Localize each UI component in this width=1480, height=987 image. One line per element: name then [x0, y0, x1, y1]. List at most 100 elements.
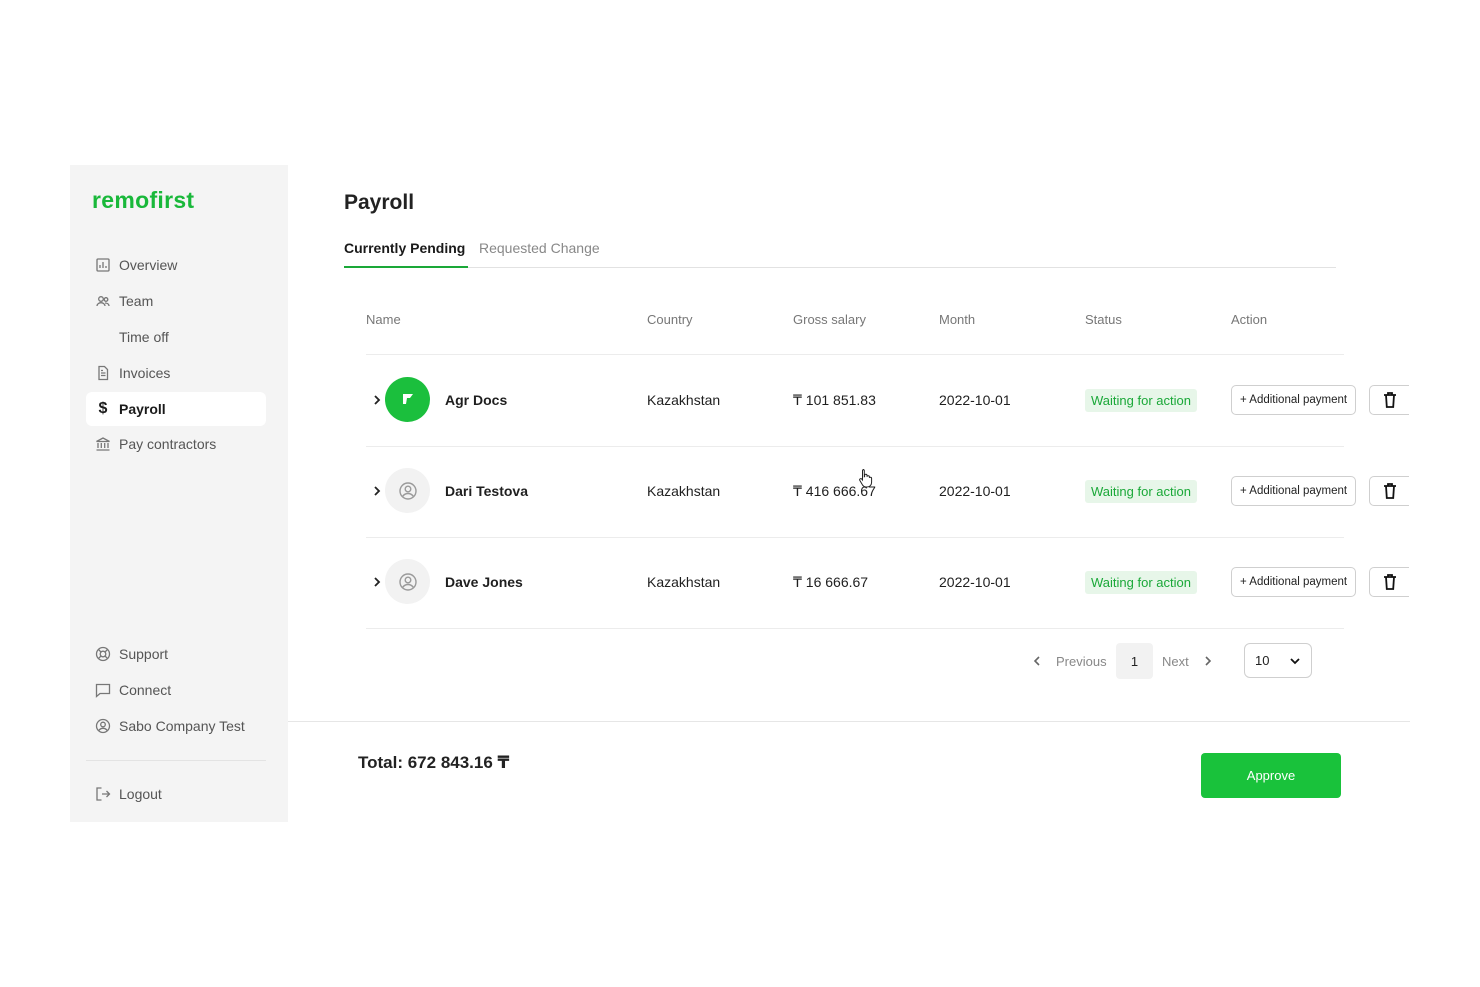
employee-name: Agr Docs [445, 392, 508, 408]
sidebar-item-payroll[interactable]: $ Payroll [86, 392, 266, 426]
app-window: remofirst Overview Team Time off Invoice… [70, 165, 1410, 823]
tab-label: Currently Pending [344, 240, 466, 256]
avatar [385, 377, 430, 422]
employee-name: Dave Jones [445, 574, 523, 590]
rows-per-page-select[interactable]: 10 [1244, 643, 1312, 678]
sidebar-item-label: Payroll [119, 401, 166, 417]
next-label: Next [1162, 653, 1189, 669]
table-row: Dari Testova Kazakhstan ₸ 416 666.67 202… [366, 446, 1409, 538]
payroll-footer: Total: 672 843.16 ₸ Approve [288, 721, 1410, 823]
rows-per-page-value: 10 [1255, 653, 1270, 668]
payroll-month: 2022-10-01 [939, 483, 1011, 499]
status-badge: Waiting for action [1085, 570, 1197, 594]
trash-icon [1383, 392, 1396, 408]
sidebar-item-company[interactable]: Sabo Company Test [86, 709, 266, 743]
payroll-month: 2022-10-01 [939, 574, 1011, 590]
logo: remofirst [92, 187, 195, 213]
table-row: Agr Docs Kazakhstan ₸ 101 851.83 2022-10… [366, 355, 1409, 447]
sidebar-item-team[interactable]: Team [86, 284, 266, 318]
column-header-gross-salary: Gross salary [793, 312, 866, 327]
time-off-icon [94, 328, 112, 346]
expand-row-button[interactable] [372, 355, 382, 445]
payroll-total: Total: 672 843.16 ₸ [358, 753, 510, 772]
company-logo-icon [402, 393, 413, 404]
sidebar-item-label: Overview [119, 257, 178, 273]
sidebar-item-label: Invoices [119, 365, 171, 381]
previous-label: Previous [1056, 653, 1107, 669]
sidebar-item-label: Pay contractors [119, 436, 217, 452]
user-circle-icon [94, 717, 112, 735]
chevron-left-icon [1033, 656, 1040, 666]
chevron-right-icon [374, 577, 381, 587]
column-header-country: Country [647, 312, 693, 327]
user-placeholder-icon [398, 572, 417, 591]
delete-button[interactable] [1369, 385, 1409, 415]
next-page-button[interactable]: Next [1162, 643, 1213, 679]
column-header-status: Status [1085, 312, 1122, 327]
additional-payment-button[interactable]: + Additional payment [1231, 385, 1357, 415]
expand-row-button[interactable] [372, 446, 382, 536]
logout-icon [94, 785, 112, 803]
column-header-month: Month [939, 312, 976, 327]
hand-cursor-icon [859, 469, 873, 488]
employee-country: Kazakhstan [647, 392, 721, 408]
avatar [385, 468, 430, 513]
sidebar-item-overview[interactable]: Overview [86, 248, 266, 282]
tab-label: Requested Change [479, 240, 600, 256]
column-header-name: Name [366, 312, 401, 327]
page-number-button[interactable]: 1 [1116, 643, 1153, 679]
chevron-right-icon [374, 486, 381, 496]
tab-currently-pending[interactable]: Currently Pending [344, 240, 468, 268]
delete-button[interactable] [1369, 476, 1409, 506]
tab-bar: Currently Pending Requested Change [344, 240, 1336, 268]
payroll-month: 2022-10-01 [939, 392, 1011, 408]
sidebar-item-label: Support [119, 646, 169, 662]
gross-salary: ₸ 416 666.67 [793, 482, 876, 499]
employee-name: Dari Testova [445, 483, 528, 499]
chevron-down-icon [1290, 657, 1300, 664]
trash-icon [1383, 483, 1396, 499]
users-icon [94, 292, 112, 310]
table-row: Dave Jones Kazakhstan ₸ 16 666.67 2022-1… [366, 537, 1409, 629]
sidebar-item-label: Sabo Company Test [119, 718, 245, 734]
chat-icon [94, 681, 112, 699]
trash-icon [1383, 574, 1396, 590]
gross-salary: ₸ 101 851.83 [793, 391, 876, 408]
sidebar-item-pay-contractors[interactable]: Pay contractors [86, 427, 266, 461]
expand-row-button[interactable] [372, 537, 382, 627]
status-badge: Waiting for action [1085, 388, 1197, 412]
approve-button[interactable]: Approve [1201, 753, 1341, 798]
avatar [385, 559, 430, 604]
dollar-icon: $ [98, 400, 108, 417]
tab-requested-change[interactable]: Requested Change [479, 240, 600, 266]
sidebar-item-support[interactable]: Support [86, 637, 266, 671]
status-badge: Waiting for action [1085, 479, 1197, 503]
employee-country: Kazakhstan [647, 574, 721, 590]
employee-country: Kazakhstan [647, 483, 721, 499]
sidebar-divider [86, 760, 266, 761]
page-title: Payroll [344, 191, 415, 214]
main-content: Payroll Currently Pending Requested Chan… [288, 165, 1410, 823]
bank-icon [94, 435, 112, 453]
gross-salary: ₸ 16 666.67 [793, 573, 869, 590]
sidebar-item-label: Time off [119, 329, 169, 345]
additional-payment-button[interactable]: + Additional payment [1231, 567, 1357, 597]
column-header-action: Action [1231, 312, 1268, 327]
sidebar-item-label: Connect [119, 682, 172, 698]
logout-label: Logout [119, 786, 162, 802]
sidebar-item-time-off[interactable]: Time off [86, 320, 266, 354]
sidebar-item-label: Team [119, 293, 154, 309]
delete-button[interactable] [1369, 567, 1409, 597]
document-icon [94, 364, 112, 382]
logout-button[interactable]: Logout [86, 777, 266, 811]
previous-page-button[interactable]: Previous [1032, 643, 1107, 679]
chart-icon [94, 256, 112, 274]
sidebar-item-connect[interactable]: Connect [86, 673, 266, 707]
chevron-right-icon [374, 395, 381, 405]
chevron-right-icon [1205, 656, 1211, 666]
user-placeholder-icon [398, 481, 417, 500]
sidebar-item-invoices[interactable]: Invoices [86, 356, 266, 390]
additional-payment-button[interactable]: + Additional payment [1231, 476, 1357, 506]
sidebar: remofirst Overview Team Time off Invoice… [70, 165, 288, 822]
lifebuoy-icon [94, 645, 112, 663]
